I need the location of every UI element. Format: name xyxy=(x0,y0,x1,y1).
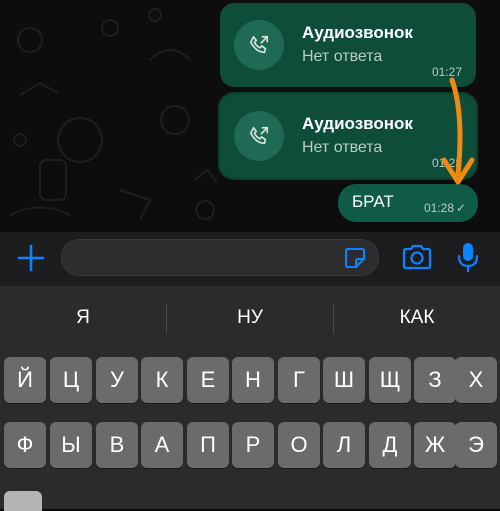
key[interactable]: Г xyxy=(278,357,320,403)
key[interactable]: Х xyxy=(455,357,497,403)
key[interactable]: П xyxy=(187,422,229,468)
call-icon xyxy=(234,111,284,161)
key[interactable]: У xyxy=(96,357,138,403)
annotation-arrow-icon xyxy=(441,77,475,185)
key[interactable]: З xyxy=(414,357,456,403)
key[interactable]: Ы xyxy=(50,422,92,468)
key[interactable]: Э xyxy=(455,422,497,468)
key[interactable]: Ц xyxy=(50,357,92,403)
message-time: 01:28 xyxy=(423,201,454,215)
key[interactable]: Ф xyxy=(4,422,46,468)
key[interactable]: О xyxy=(278,422,320,468)
shift-key[interactable] xyxy=(4,491,42,511)
keyboard: Я НУ КАК Й Ц У К Е Н Г Ш Щ З Х Ф Ы В А П… xyxy=(0,286,500,511)
key[interactable]: Ж xyxy=(414,422,456,468)
key[interactable]: В xyxy=(96,422,138,468)
key[interactable]: Л xyxy=(323,422,365,468)
microphone-icon[interactable] xyxy=(456,241,480,273)
message-input[interactable] xyxy=(61,239,379,276)
chat-area: Аудиозвонок Нет ответа 01:27 Аудиозвонок… xyxy=(0,0,500,232)
sticker-icon[interactable] xyxy=(344,247,366,269)
camera-icon[interactable] xyxy=(401,243,433,271)
key[interactable]: Н xyxy=(232,357,274,403)
plus-icon[interactable] xyxy=(14,241,48,275)
key[interactable]: Р xyxy=(232,422,274,468)
key[interactable]: Е xyxy=(187,357,229,403)
call-status: Нет ответа xyxy=(302,48,383,65)
suggestion-bar: Я НУ КАК xyxy=(0,286,500,350)
key[interactable]: К xyxy=(141,357,183,403)
call-icon xyxy=(234,20,284,70)
key[interactable]: Ш xyxy=(323,357,365,403)
key[interactable]: А xyxy=(141,422,183,468)
suggestion-item[interactable]: КАК xyxy=(334,286,500,350)
message-text: БРАТ xyxy=(352,192,394,211)
call-title: Аудиозвонок xyxy=(302,23,413,42)
key[interactable]: Д xyxy=(369,422,411,468)
call-status: Нет ответа xyxy=(302,139,383,156)
suggestion-item[interactable]: Я xyxy=(0,286,166,350)
key[interactable]: Й xyxy=(4,357,46,403)
call-title: Аудиозвонок xyxy=(302,114,413,133)
message-input-bar xyxy=(0,232,500,286)
suggestion-item[interactable]: НУ xyxy=(167,286,333,350)
key[interactable]: Щ xyxy=(369,357,411,403)
sent-check-icon: ✓ xyxy=(455,201,466,215)
